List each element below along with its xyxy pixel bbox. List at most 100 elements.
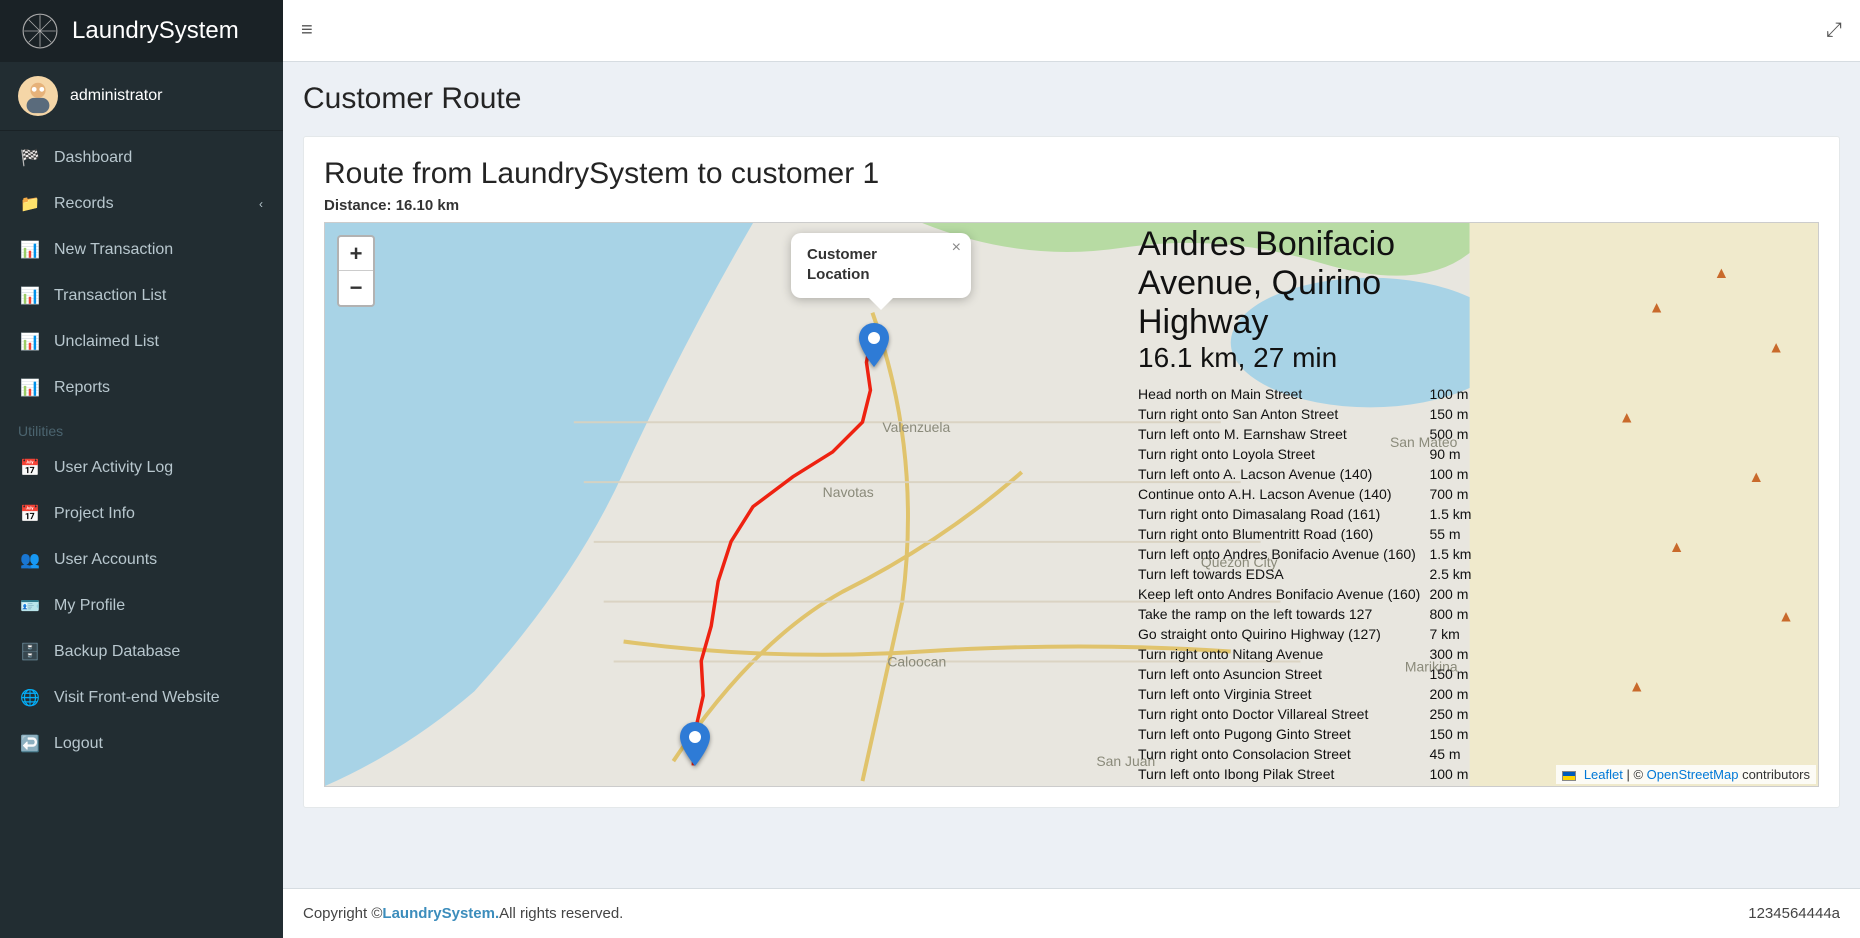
step-instruction: Turn left onto A. Lacson Avenue (140) [1138, 464, 1429, 484]
svg-text:▲: ▲ [1669, 539, 1685, 556]
zoom-controls: + − [337, 235, 375, 307]
nav-label: Logout [54, 735, 103, 753]
directions-step[interactable]: Turn left towards EDSA2.5 km [1138, 564, 1478, 584]
step-instruction: Turn left onto Virginia Street [1138, 684, 1429, 704]
calendar-icon: 📅 [20, 504, 40, 524]
nav-logout[interactable]: ↩️Logout [0, 721, 283, 767]
directions-step[interactable]: Head north on Main Street100 m [1138, 384, 1478, 404]
topbar: ≡ ⤢ [283, 0, 1860, 62]
directions-step[interactable]: Turn left onto Ibong Pilak Street100 m [1138, 764, 1478, 784]
nav-label: Records [54, 195, 114, 213]
nav-project-info[interactable]: 📅 Project Info [0, 491, 283, 537]
step-distance: 1.5 km [1429, 504, 1478, 524]
nav-reports[interactable]: 📊Reports [0, 365, 283, 411]
step-instruction: Turn right onto Loyola Street [1138, 444, 1429, 464]
nav-user-activity[interactable]: 📅User Activity Log [0, 445, 283, 491]
directions-step[interactable]: Turn right onto Nitang Avenue300 m [1138, 644, 1478, 664]
step-distance: 200 m [1429, 684, 1478, 704]
step-distance: 200 m [1429, 584, 1478, 604]
leaflet-link[interactable]: Leaflet [1584, 767, 1623, 782]
page-title: Customer Route [303, 82, 1840, 116]
footer-version: 1234564444a [1748, 905, 1840, 922]
folder-icon: 📁 [20, 194, 40, 214]
map[interactable]: Meycauayan Valenzuela Caloocan Quezon Ci… [324, 222, 1819, 787]
main: ≡ ⤢ Customer Route Route from LaundrySys… [283, 0, 1860, 938]
nav-label: Dashboard [54, 149, 132, 167]
ukraine-flag-icon [1562, 771, 1576, 781]
step-distance: 2.5 km [1429, 564, 1478, 584]
marker-origin[interactable] [680, 722, 710, 766]
nav-records[interactable]: 📁 Records ‹ [0, 181, 283, 227]
directions-step[interactable]: Turn left onto Asuncion Street150 m [1138, 664, 1478, 684]
directions-step[interactable]: Continue onto A.H. Lacson Avenue (140)70… [1138, 484, 1478, 504]
route-card: Route from LaundrySystem to customer 1 D… [303, 136, 1840, 808]
zoom-out-button[interactable]: − [339, 271, 373, 305]
directions-table: Head north on Main Street100 mTurn right… [1138, 384, 1478, 784]
step-distance: 90 m [1429, 444, 1478, 464]
brand-title: LaundrySystem [72, 17, 239, 45]
directions-step[interactable]: Turn right onto Dimasalang Road (161)1.5… [1138, 504, 1478, 524]
map-attribution: Leaflet | © OpenStreetMap contributors [1556, 765, 1816, 784]
directions-step[interactable]: Turn right onto Blumentritt Road (160)55… [1138, 524, 1478, 544]
directions-step[interactable]: Turn left onto Andres Bonifacio Avenue (… [1138, 544, 1478, 564]
directions-step[interactable]: Take the ramp on the left towards 127800… [1138, 604, 1478, 624]
nav-label: Project Info [54, 505, 135, 523]
zoom-in-button[interactable]: + [339, 237, 373, 271]
nav-backup-db[interactable]: 🗄️Backup Database [0, 629, 283, 675]
footer-copyright-prefix: Copyright © [303, 905, 382, 922]
directions-headline: Andres Bonifacio Avenue, Quirino Highway [1138, 225, 1478, 342]
attr-sep: | © [1626, 767, 1646, 782]
step-instruction: Turn left onto Pugong Ginto Street [1138, 724, 1429, 744]
step-distance: 150 m [1429, 724, 1478, 744]
attr-tail: contributors [1742, 767, 1810, 782]
step-distance: 7 km [1429, 624, 1478, 644]
directions-step[interactable]: Turn right onto Loyola Street90 m [1138, 444, 1478, 464]
bar-chart-icon: 📊 [20, 378, 40, 398]
nav-unclaimed-list[interactable]: 📊Unclaimed List [0, 319, 283, 365]
directions-step[interactable]: Turn left onto M. Earnshaw Street500 m [1138, 424, 1478, 444]
route-distance: Distance: 16.10 km [324, 197, 1819, 214]
osm-link[interactable]: OpenStreetMap [1647, 767, 1739, 782]
brand[interactable]: LaundrySystem [0, 0, 283, 62]
nav-label: Unclaimed List [54, 333, 159, 351]
nav-user-accounts[interactable]: 👥User Accounts [0, 537, 283, 583]
nav-label: Transaction List [54, 287, 166, 305]
marker-destination[interactable] [859, 323, 889, 367]
directions-step[interactable]: Turn right onto Consolacion Street45 m [1138, 744, 1478, 764]
svg-text:▲: ▲ [1768, 340, 1784, 357]
brand-logo-icon [20, 11, 60, 51]
popup-text: Customer Location [807, 245, 939, 286]
step-distance: 500 m [1429, 424, 1478, 444]
footer-shop-name[interactable]: LaundrySystem. [382, 905, 499, 922]
step-instruction: Keep left onto Andres Bonifacio Avenue (… [1138, 584, 1429, 604]
directions-step[interactable]: Keep left onto Andres Bonifacio Avenue (… [1138, 584, 1478, 604]
nav-transaction-list[interactable]: 📊Transaction List [0, 273, 283, 319]
nav-visit-frontend[interactable]: 🌐Visit Front-end Website [0, 675, 283, 721]
chevron-left-icon: ‹ [259, 197, 263, 211]
bar-chart-icon: 📊 [20, 240, 40, 260]
directions-step[interactable]: Turn left onto Pugong Ginto Street150 m [1138, 724, 1478, 744]
directions-step[interactable]: Go straight onto Quirino Highway (127)7 … [1138, 624, 1478, 644]
user-panel[interactable]: administrator [0, 62, 283, 131]
nav-my-profile[interactable]: 🪪My Profile [0, 583, 283, 629]
step-distance: 100 m [1429, 464, 1478, 484]
directions-step[interactable]: Turn right onto Doctor Villareal Street2… [1138, 704, 1478, 724]
directions-step[interactable]: Turn left onto A. Lacson Avenue (140)100… [1138, 464, 1478, 484]
directions-step[interactable]: Turn right onto San Anton Street150 m [1138, 404, 1478, 424]
svg-text:Caloocan: Caloocan [887, 653, 946, 669]
user-name: administrator [70, 87, 162, 105]
svg-text:▲: ▲ [1649, 300, 1665, 317]
nav-new-transaction[interactable]: 📊New Transaction [0, 227, 283, 273]
menu-toggle-icon[interactable]: ≡ [301, 19, 313, 42]
directions-step[interactable]: Turn left onto Virginia Street200 m [1138, 684, 1478, 704]
step-instruction: Turn left onto Ibong Pilak Street [1138, 764, 1429, 784]
nav-dashboard[interactable]: 🏁Dashboard [0, 135, 283, 181]
popup-close-icon[interactable]: × [952, 239, 961, 257]
fullscreen-icon[interactable]: ⤢ [1826, 19, 1842, 42]
step-distance: 55 m [1429, 524, 1478, 544]
step-instruction: Turn left onto Asuncion Street [1138, 664, 1429, 684]
step-distance: 45 m [1429, 744, 1478, 764]
users-icon: 👥 [20, 550, 40, 570]
nav-label: Backup Database [54, 643, 180, 661]
step-distance: 100 m [1429, 764, 1478, 784]
